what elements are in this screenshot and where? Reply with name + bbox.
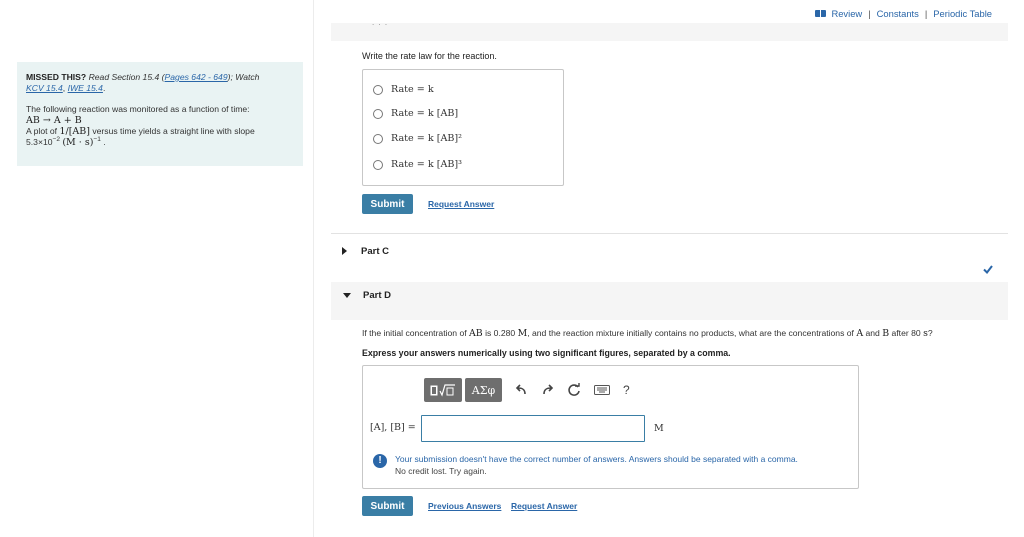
feedback-line-2: No credit lost. Try again. xyxy=(395,466,487,476)
question-math: A xyxy=(856,328,864,339)
part-d-question: If the initial concentration of AB is 0.… xyxy=(362,328,933,339)
book-icon xyxy=(815,10,827,17)
slope-end: . xyxy=(103,137,106,147)
slope-exponent: −2 xyxy=(52,136,60,144)
top-links: Review | Constants | Periodic Table xyxy=(815,8,992,19)
part-d-instruction: Express your answers numerically using t… xyxy=(362,348,731,358)
part-b-prompt: Write the rate law for the reaction. xyxy=(362,51,497,61)
question-text: , and the reaction mixture initially con… xyxy=(527,328,854,338)
intro-text: The following reaction was monitored as … xyxy=(26,104,250,114)
slope-units-exponent: −1 xyxy=(93,136,101,144)
link-separator: | xyxy=(868,8,871,19)
plot-text-1: A plot of xyxy=(26,126,58,136)
part-b-header-band: . . . xyxy=(331,18,1008,41)
templates-icon[interactable] xyxy=(424,378,462,402)
choice-label: Rate = k xyxy=(391,84,434,95)
part-d-submit-button[interactable]: Submit xyxy=(362,496,413,516)
feedback-message: Your submission doesn't have the correct… xyxy=(395,453,798,477)
question-text: and xyxy=(865,328,880,338)
missed-title: MISSED THIS? xyxy=(26,72,87,82)
part-d-header[interactable] xyxy=(331,282,1008,320)
plot-text-2: versus time yields a straight line with … xyxy=(92,126,255,136)
part-b-submit-button[interactable]: Submit xyxy=(362,194,413,214)
check-icon xyxy=(983,265,993,274)
math-toolbar: ΑΣφ ? xyxy=(424,378,630,402)
caret-right-icon[interactable] xyxy=(342,247,347,255)
slope-value: 5.3×10 xyxy=(26,137,53,147)
undo-icon[interactable] xyxy=(515,384,528,396)
question-math: AB xyxy=(469,328,483,339)
choice-label: Rate = k [AB]² xyxy=(391,133,463,144)
reaction-equation: AB → A + B xyxy=(26,115,82,126)
read-text: Read Section 15.4 ( xyxy=(88,72,165,82)
keyboard-icon[interactable] xyxy=(594,385,610,395)
radio-button[interactable] xyxy=(373,159,383,170)
question-math: B xyxy=(882,328,890,339)
caret-down-icon[interactable] xyxy=(343,293,351,298)
alert-icon: ! xyxy=(373,454,387,468)
vertical-divider xyxy=(313,0,314,537)
choices-box: Rate = k Rate = k [AB] Rate = k [AB]² Ra… xyxy=(362,69,564,186)
choice-4[interactable]: Rate = k [AB]³ xyxy=(373,159,462,170)
kcv-link[interactable]: KCV 15.4 xyxy=(26,83,63,93)
plot-description: A plot of 1/[AB] versus time yields a st… xyxy=(26,126,293,148)
question-math: M xyxy=(517,328,528,339)
choice-label: Rate = k [AB]³ xyxy=(391,159,463,170)
missed-line: MISSED THIS? Read Section 15.4 (Pages 64… xyxy=(26,72,293,94)
radio-button[interactable] xyxy=(373,84,383,95)
question-text: is 0.280 xyxy=(485,328,516,338)
part-d-request-answer-link[interactable]: Request Answer xyxy=(511,501,577,511)
part-c-title[interactable]: Part C xyxy=(361,246,389,257)
radio-button[interactable] xyxy=(373,108,383,119)
hint-panel: MISSED THIS? Read Section 15.4 (Pages 64… xyxy=(17,62,303,166)
feedback-line-1: Your submission doesn't have the correct… xyxy=(395,454,798,464)
divider xyxy=(331,233,1008,234)
constants-link[interactable]: Constants xyxy=(877,8,919,19)
choice-2[interactable]: Rate = k [AB] xyxy=(373,108,458,119)
answer-label: [A], [B] = xyxy=(370,422,416,433)
review-link[interactable]: Review xyxy=(831,8,862,19)
pages-link[interactable]: Pages 642 - 649 xyxy=(165,72,228,82)
comma-text: , xyxy=(62,83,66,93)
help-button[interactable]: ? xyxy=(623,383,630,397)
answer-input[interactable] xyxy=(421,415,645,442)
previous-answers-link[interactable]: Previous Answers xyxy=(428,501,501,511)
redo-icon[interactable] xyxy=(541,384,554,396)
radio-button[interactable] xyxy=(373,133,383,144)
question-text: ? xyxy=(927,328,933,338)
reset-icon[interactable] xyxy=(567,383,581,397)
truncated-text: . . . xyxy=(372,18,389,27)
link-separator: | xyxy=(924,8,928,19)
answer-unit: M xyxy=(654,423,664,434)
periodic-table-link[interactable]: Periodic Table xyxy=(933,8,992,19)
question-text: after 80 xyxy=(891,328,921,338)
plot-math: 1/[AB] xyxy=(59,126,90,137)
watch-text: ); Watch xyxy=(227,72,260,82)
choice-label: Rate = k [AB] xyxy=(391,108,459,119)
choice-1[interactable]: Rate = k xyxy=(373,84,434,95)
iwe-link[interactable]: IWE 15.4 xyxy=(68,83,103,93)
question-text: If the initial concentration of xyxy=(362,328,467,338)
part-b-request-answer-link[interactable]: Request Answer xyxy=(428,199,494,209)
part-d-title[interactable]: Part D xyxy=(363,290,391,301)
greek-symbols-button[interactable]: ΑΣφ xyxy=(465,378,502,402)
choice-3[interactable]: Rate = k [AB]² xyxy=(373,133,462,144)
period-text: . xyxy=(102,83,106,93)
slope-units: (M · s) xyxy=(62,137,94,148)
